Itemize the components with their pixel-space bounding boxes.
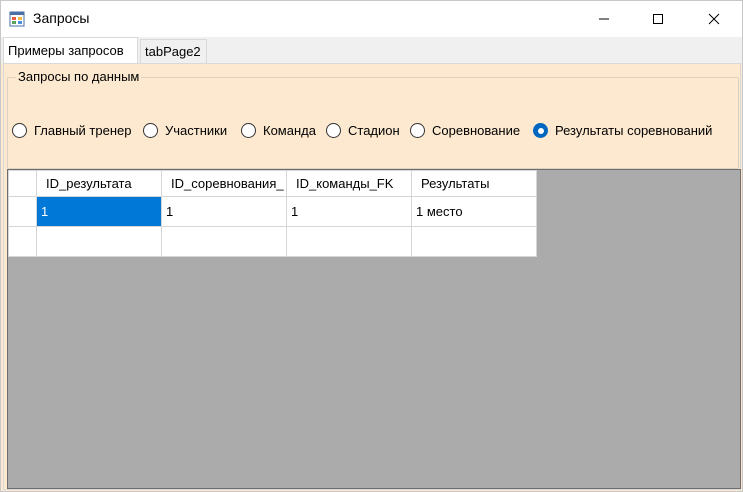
title-bar[interactable]: Запросы <box>1 1 742 37</box>
radio-stadium[interactable]: Стадион <box>326 123 400 138</box>
groupbox-title: Запросы по данным <box>16 69 142 84</box>
table-row-new <box>8 226 537 257</box>
results-datagrid[interactable]: ID_результата ID_соревнования_ ID_команд… <box>7 169 741 489</box>
radio-head-coach[interactable]: Главный тренер <box>12 123 131 138</box>
queries-groupbox: Запросы по данным Главный тренер Участни… <box>7 69 739 169</box>
cell[interactable] <box>286 226 412 257</box>
close-button[interactable] <box>691 1 737 37</box>
radio-competition-label: Соревнование <box>432 123 521 138</box>
column-header-id-team-fk[interactable]: ID_команды_FK <box>286 170 412 197</box>
tab-page-content: Запросы по данным Главный тренер Участни… <box>3 63 741 490</box>
cell[interactable]: 1 <box>36 196 162 227</box>
row-header[interactable] <box>8 196 37 227</box>
main-window: Запросы Примеры запросов tabPage2 Запрос… <box>0 0 743 492</box>
radio-head-coach-label: Главный тренер <box>34 123 132 138</box>
tab-page2[interactable]: tabPage2 <box>140 39 207 63</box>
radio-participants-circle[interactable] <box>143 123 158 138</box>
header-row: ID_результата ID_соревнования_ ID_команд… <box>8 170 537 197</box>
radio-competition-circle[interactable] <box>410 123 425 138</box>
column-header-id-competition[interactable]: ID_соревнования_ <box>161 170 287 197</box>
maximize-button[interactable] <box>635 1 681 37</box>
close-icon <box>708 13 720 25</box>
cell[interactable]: 1 <box>161 196 287 227</box>
app-icon <box>9 11 25 27</box>
radio-competition-results[interactable]: Результаты соревнований <box>533 123 712 138</box>
radio-competition[interactable]: Соревнование <box>410 123 520 138</box>
minimize-icon <box>599 18 609 20</box>
cell[interactable]: 1 место <box>411 196 537 227</box>
cell[interactable] <box>36 226 162 257</box>
datagrid-table: ID_результата ID_соревнования_ ID_команд… <box>8 170 537 257</box>
minimize-button[interactable] <box>581 1 627 37</box>
row-header[interactable] <box>8 226 37 257</box>
corner-header[interactable] <box>8 170 37 197</box>
maximize-icon <box>653 14 663 24</box>
column-header-id-result[interactable]: ID_результата <box>36 170 162 197</box>
radio-head-coach-circle[interactable] <box>12 123 27 138</box>
tab-strip: Примеры запросов tabPage2 <box>1 37 742 64</box>
radio-competition-results-circle[interactable] <box>533 123 548 138</box>
cell[interactable] <box>161 226 287 257</box>
radio-team[interactable]: Команда <box>241 123 316 138</box>
cell[interactable] <box>411 226 537 257</box>
radio-participants[interactable]: Участники <box>143 123 227 138</box>
radio-team-circle[interactable] <box>241 123 256 138</box>
column-header-results[interactable]: Результаты <box>411 170 537 197</box>
radio-team-label: Команда <box>263 123 316 138</box>
radio-competition-results-label: Результаты соревнований <box>555 123 713 138</box>
radio-stadium-circle[interactable] <box>326 123 341 138</box>
tab-query-examples[interactable]: Примеры запросов <box>3 37 138 64</box>
radio-stadium-label: Стадион <box>348 123 400 138</box>
table-row: 1 1 1 1 место <box>8 196 537 227</box>
cell[interactable]: 1 <box>286 196 412 227</box>
window-title: Запросы <box>33 10 90 26</box>
radio-participants-label: Участники <box>165 123 228 138</box>
